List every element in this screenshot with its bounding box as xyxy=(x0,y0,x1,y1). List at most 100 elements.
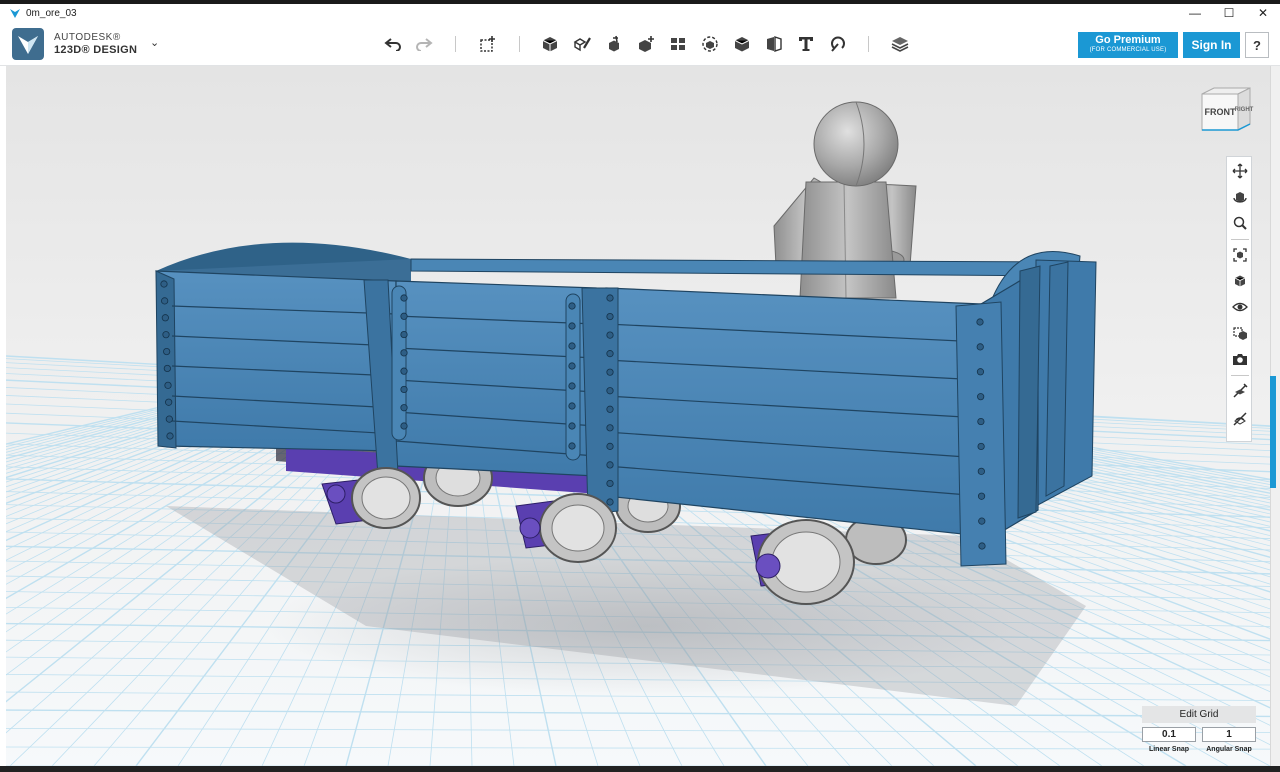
linear-snap-input[interactable]: 0.1 xyxy=(1142,727,1196,742)
orbit-icon[interactable] xyxy=(1230,187,1250,207)
rivet xyxy=(568,342,576,350)
view-cube-front-label: FRONT xyxy=(1205,107,1236,117)
rivet xyxy=(400,422,408,430)
rivet xyxy=(400,367,408,375)
construct-icon[interactable] xyxy=(602,32,626,56)
rivet xyxy=(165,415,173,423)
window-titlebar: 0m_ore_03 — ☐ ✕ xyxy=(0,4,1280,22)
pattern-icon[interactable] xyxy=(666,32,690,56)
angular-snap-label: Angular Snap xyxy=(1206,746,1252,753)
rivet xyxy=(977,492,986,500)
rivet xyxy=(976,343,984,351)
fit-icon[interactable] xyxy=(1230,245,1250,265)
redo-icon[interactable] xyxy=(412,32,436,56)
measure-icon[interactable] xyxy=(762,32,786,56)
app-mini-icon xyxy=(8,6,22,20)
rivet xyxy=(400,349,408,357)
view-cube[interactable]: FRONT RIGHT xyxy=(1198,84,1256,136)
rivet xyxy=(568,422,576,430)
right-panel-toggle-tab[interactable] xyxy=(1270,376,1276,488)
toolbar-divider xyxy=(519,36,520,52)
snap-tool-icon[interactable] xyxy=(1230,409,1250,429)
rivet xyxy=(568,302,576,310)
rivet xyxy=(606,405,614,413)
rivet xyxy=(166,432,174,440)
rivet xyxy=(976,318,984,326)
toolbar-divider xyxy=(868,36,869,52)
rivet xyxy=(977,467,985,475)
sign-in-button[interactable]: Sign In xyxy=(1183,32,1240,58)
rivet xyxy=(606,424,614,432)
rivet xyxy=(163,347,171,356)
help-button[interactable]: ? xyxy=(1245,32,1269,58)
rivet xyxy=(400,330,408,339)
rivet xyxy=(568,382,576,390)
rivet xyxy=(977,417,985,426)
main-toolbar: AUTODESK® 123D® DESIGN ⌄ Go Premium (FOR… xyxy=(0,22,1280,66)
main-menu-chevron-icon[interactable]: ⌄ xyxy=(150,36,164,50)
close-button[interactable]: ✕ xyxy=(1246,4,1280,22)
go-premium-label: Go Premium xyxy=(1095,34,1161,46)
go-premium-button[interactable]: Go Premium (FOR COMMERCIAL USE) xyxy=(1078,32,1178,58)
rivet xyxy=(606,498,614,506)
pan-icon[interactable] xyxy=(1230,161,1250,181)
edit-grid-tool-icon[interactable] xyxy=(1230,381,1250,401)
materials-outline-icon[interactable] xyxy=(1230,323,1250,343)
rivet xyxy=(568,402,576,410)
rivet xyxy=(400,312,408,320)
scene-canvas xyxy=(6,66,1270,766)
angular-snap-input[interactable]: 1 xyxy=(1202,727,1256,742)
rivet xyxy=(606,442,614,450)
rivet xyxy=(400,385,408,394)
rivet xyxy=(606,368,614,376)
rivet xyxy=(606,331,614,339)
rivet xyxy=(606,479,614,488)
nav-divider xyxy=(1231,375,1249,376)
snap-icon[interactable] xyxy=(826,32,850,56)
rivet xyxy=(568,362,576,370)
rivet xyxy=(976,368,985,376)
brand-product: 123D® DESIGN xyxy=(54,44,138,56)
grid-snap-panel: Edit Grid 0.1 1 Linear Snap Angular Snap xyxy=(1142,706,1256,758)
view-cube-right-label: RIGHT xyxy=(1235,107,1254,113)
material-icon[interactable] xyxy=(888,32,912,56)
toolbar-divider xyxy=(455,36,456,52)
rivet xyxy=(400,294,408,302)
rivet xyxy=(606,312,614,321)
views-icon[interactable] xyxy=(1230,271,1250,291)
screenshot-camera-icon[interactable] xyxy=(1230,349,1250,369)
rivet xyxy=(163,364,171,373)
zoom-icon[interactable] xyxy=(1230,213,1250,233)
rivet xyxy=(978,542,986,550)
sketch-icon[interactable] xyxy=(570,32,594,56)
rivet xyxy=(977,393,985,401)
visibility-eye-icon[interactable] xyxy=(1230,297,1250,317)
rivet xyxy=(164,381,172,389)
transform-icon[interactable] xyxy=(476,32,500,56)
3d-viewport[interactable] xyxy=(6,66,1270,766)
rivet xyxy=(161,314,169,322)
window-controls: — ☐ ✕ xyxy=(1178,4,1280,22)
edit-grid-button[interactable]: Edit Grid xyxy=(1142,706,1256,723)
linear-snap-label: Linear Snap xyxy=(1148,746,1190,753)
brand-company: AUTODESK® xyxy=(54,32,121,43)
window-title: 0m_ore_03 xyxy=(26,7,77,19)
combine-icon[interactable] xyxy=(730,32,754,56)
text-icon[interactable] xyxy=(794,32,818,56)
undo-icon[interactable] xyxy=(381,32,405,56)
maximize-button[interactable]: ☐ xyxy=(1212,4,1246,22)
rivet xyxy=(606,387,614,395)
primitives-icon[interactable] xyxy=(538,32,562,56)
rivet xyxy=(606,294,614,302)
modify-icon[interactable] xyxy=(634,32,658,56)
app-logo[interactable] xyxy=(12,28,44,60)
minimize-button[interactable]: — xyxy=(1178,4,1212,22)
rivet xyxy=(568,322,576,330)
rivet xyxy=(606,350,614,358)
rivet xyxy=(977,442,985,451)
grouping-icon[interactable] xyxy=(698,32,722,56)
rivet xyxy=(161,297,169,305)
rivet xyxy=(568,442,576,450)
rivet xyxy=(162,331,170,339)
nav-divider xyxy=(1231,239,1249,240)
